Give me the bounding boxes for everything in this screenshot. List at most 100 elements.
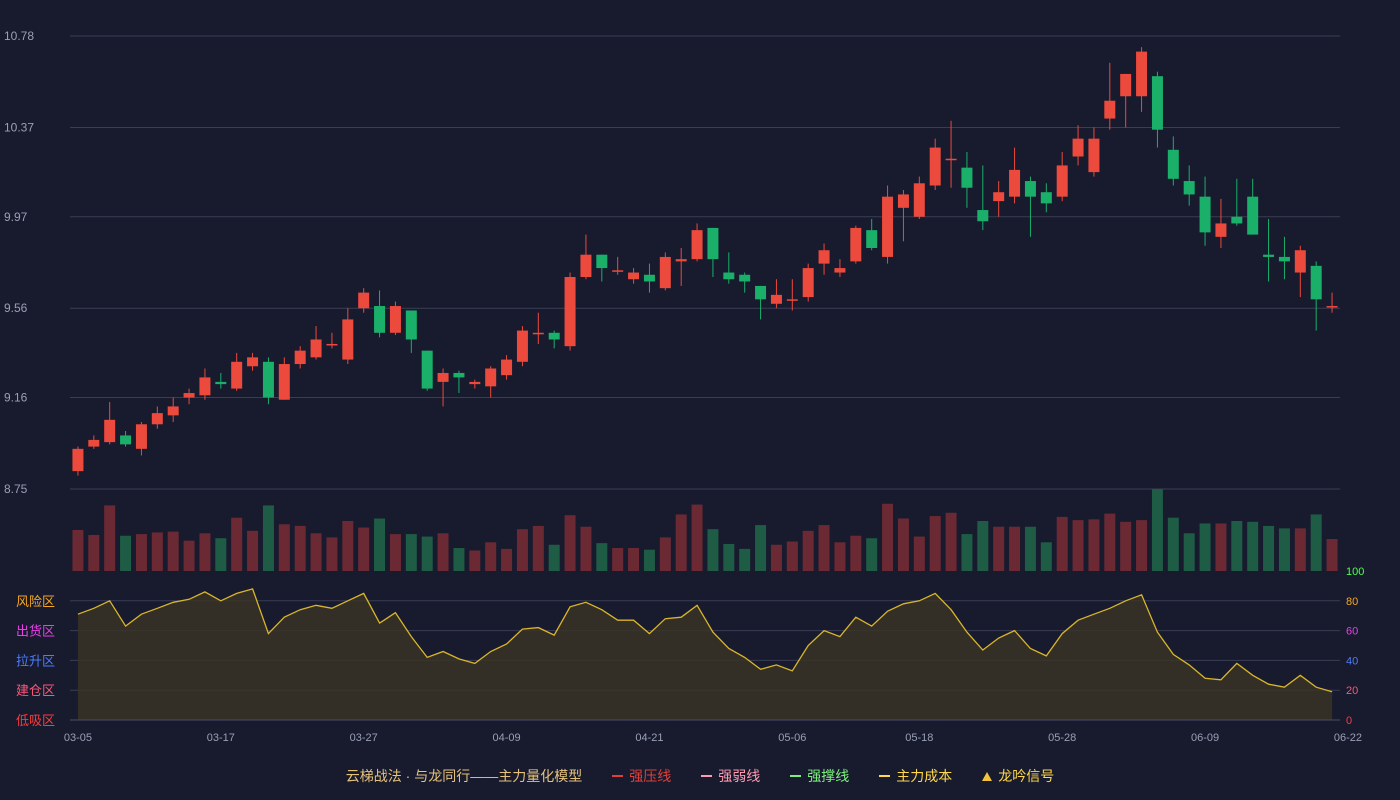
- legend-item-strong-support[interactable]: 强撑线: [790, 766, 849, 786]
- volume-bar: [485, 542, 497, 571]
- date-tick-label: 06-09: [1191, 732, 1219, 744]
- candle-body: [977, 210, 989, 222]
- candle-body: [453, 372, 465, 378]
- volume-bar: [88, 534, 100, 571]
- date-tick-label: 03-17: [207, 732, 235, 744]
- volume-bar: [1247, 521, 1259, 571]
- candle-body: [882, 196, 894, 257]
- candle-body: [183, 393, 195, 398]
- volume-bar: [1310, 514, 1322, 571]
- candle-body: [564, 277, 576, 347]
- volume-bar: [104, 505, 116, 571]
- candle-body: [1056, 165, 1068, 197]
- candle-body: [580, 254, 592, 278]
- volume-bar: [469, 550, 481, 571]
- volume-bar: [1009, 526, 1021, 571]
- candle-body: [596, 254, 608, 269]
- price-tick-label: 9.97: [4, 210, 28, 224]
- oscillator-area: [77, 588, 1333, 720]
- date-tick-label: 06-22: [1334, 732, 1362, 744]
- candle-body: [548, 332, 560, 340]
- volume-bar: [580, 526, 592, 571]
- candle-body: [437, 372, 449, 382]
- legend-item-strength-line[interactable]: 强弱线: [701, 766, 760, 786]
- candle-body: [1294, 250, 1306, 273]
- volume-bar: [866, 538, 878, 571]
- oscillator-tick-label: 0: [1346, 715, 1352, 727]
- candle-body: [374, 306, 386, 333]
- legend-item-signal[interactable]: 龙吟信号: [982, 766, 1054, 786]
- candle-body: [167, 406, 179, 416]
- candle-body: [469, 381, 481, 385]
- candle-body: [262, 361, 274, 398]
- candle-body: [913, 183, 925, 217]
- candle-body: [72, 448, 84, 472]
- volume-bar: [1088, 519, 1100, 571]
- volume-bar: [691, 504, 703, 571]
- candle-body: [866, 230, 878, 248]
- volume-bar: [1056, 516, 1068, 571]
- candle-body: [818, 250, 830, 264]
- candle-body: [628, 272, 640, 280]
- volume-bar: [374, 518, 386, 571]
- volume-bar: [1072, 520, 1084, 571]
- candle-body: [104, 419, 116, 443]
- candle-body: [135, 424, 147, 449]
- candle-body: [802, 268, 814, 298]
- candle-body: [501, 359, 513, 376]
- volume-bar: [913, 536, 925, 571]
- volume-bar: [1151, 489, 1163, 571]
- candle-body: [945, 158, 957, 161]
- triangle-icon: [982, 771, 993, 781]
- candle-body: [897, 194, 909, 208]
- candle-body: [1072, 138, 1084, 157]
- volume-bar: [516, 529, 528, 571]
- volume-bar: [628, 548, 640, 571]
- chart-stage: 10.78 10.37 9.97 9.56 9.16 8.75 100 80 60 40 20 0 风险…: [0, 0, 1400, 800]
- candle-body: [421, 350, 433, 389]
- legend-item-strong-resistance[interactable]: 强压线: [612, 766, 671, 786]
- volume-bar: [675, 514, 687, 571]
- oscillator-zone-label: 拉升区: [16, 653, 55, 668]
- volume-bar: [501, 548, 513, 571]
- candle-body: [1231, 216, 1243, 224]
- candle-body: [405, 310, 417, 340]
- oscillator-tick-label: 80: [1346, 596, 1358, 608]
- price-tick-label: 9.16: [4, 391, 28, 405]
- legend-item-main-cost[interactable]: 主力成本: [879, 766, 952, 786]
- candle-body: [294, 350, 306, 365]
- candle-body: [516, 330, 528, 362]
- legend-swatch: [612, 775, 624, 777]
- legend-swatch: [879, 775, 891, 777]
- volume-bar: [1136, 520, 1148, 571]
- volume-bar: [882, 503, 894, 571]
- candle-body: [485, 368, 497, 387]
- volume-bar: [1231, 520, 1243, 571]
- volume-bar: [723, 543, 735, 571]
- legend-swatch: [701, 775, 713, 777]
- oscillator-tick-label: 100: [1346, 566, 1364, 578]
- candle-body: [961, 167, 973, 188]
- candle-body: [326, 343, 338, 346]
- volume-bar: [707, 529, 719, 571]
- volume-bar: [151, 532, 163, 571]
- candle-body: [1120, 73, 1132, 97]
- date-tick-label: 05-18: [905, 732, 933, 744]
- volume-bar: [294, 525, 306, 571]
- volume-bar: [1104, 513, 1116, 571]
- volume-bar: [278, 524, 290, 571]
- volume-bar: [850, 535, 862, 571]
- volume-bar: [993, 526, 1005, 571]
- candle-body: [1199, 196, 1211, 233]
- candle-body: [739, 274, 751, 282]
- volume-bar: [72, 530, 84, 571]
- candle-body: [786, 299, 798, 301]
- candle-body: [707, 227, 719, 260]
- candle-body: [278, 364, 290, 400]
- price-tick-label: 9.56: [4, 301, 28, 315]
- volume-bar: [818, 525, 830, 571]
- volume-bar: [977, 520, 989, 571]
- volume-bar: [326, 537, 338, 571]
- volume-bar: [755, 525, 767, 571]
- candle-body: [1088, 138, 1100, 173]
